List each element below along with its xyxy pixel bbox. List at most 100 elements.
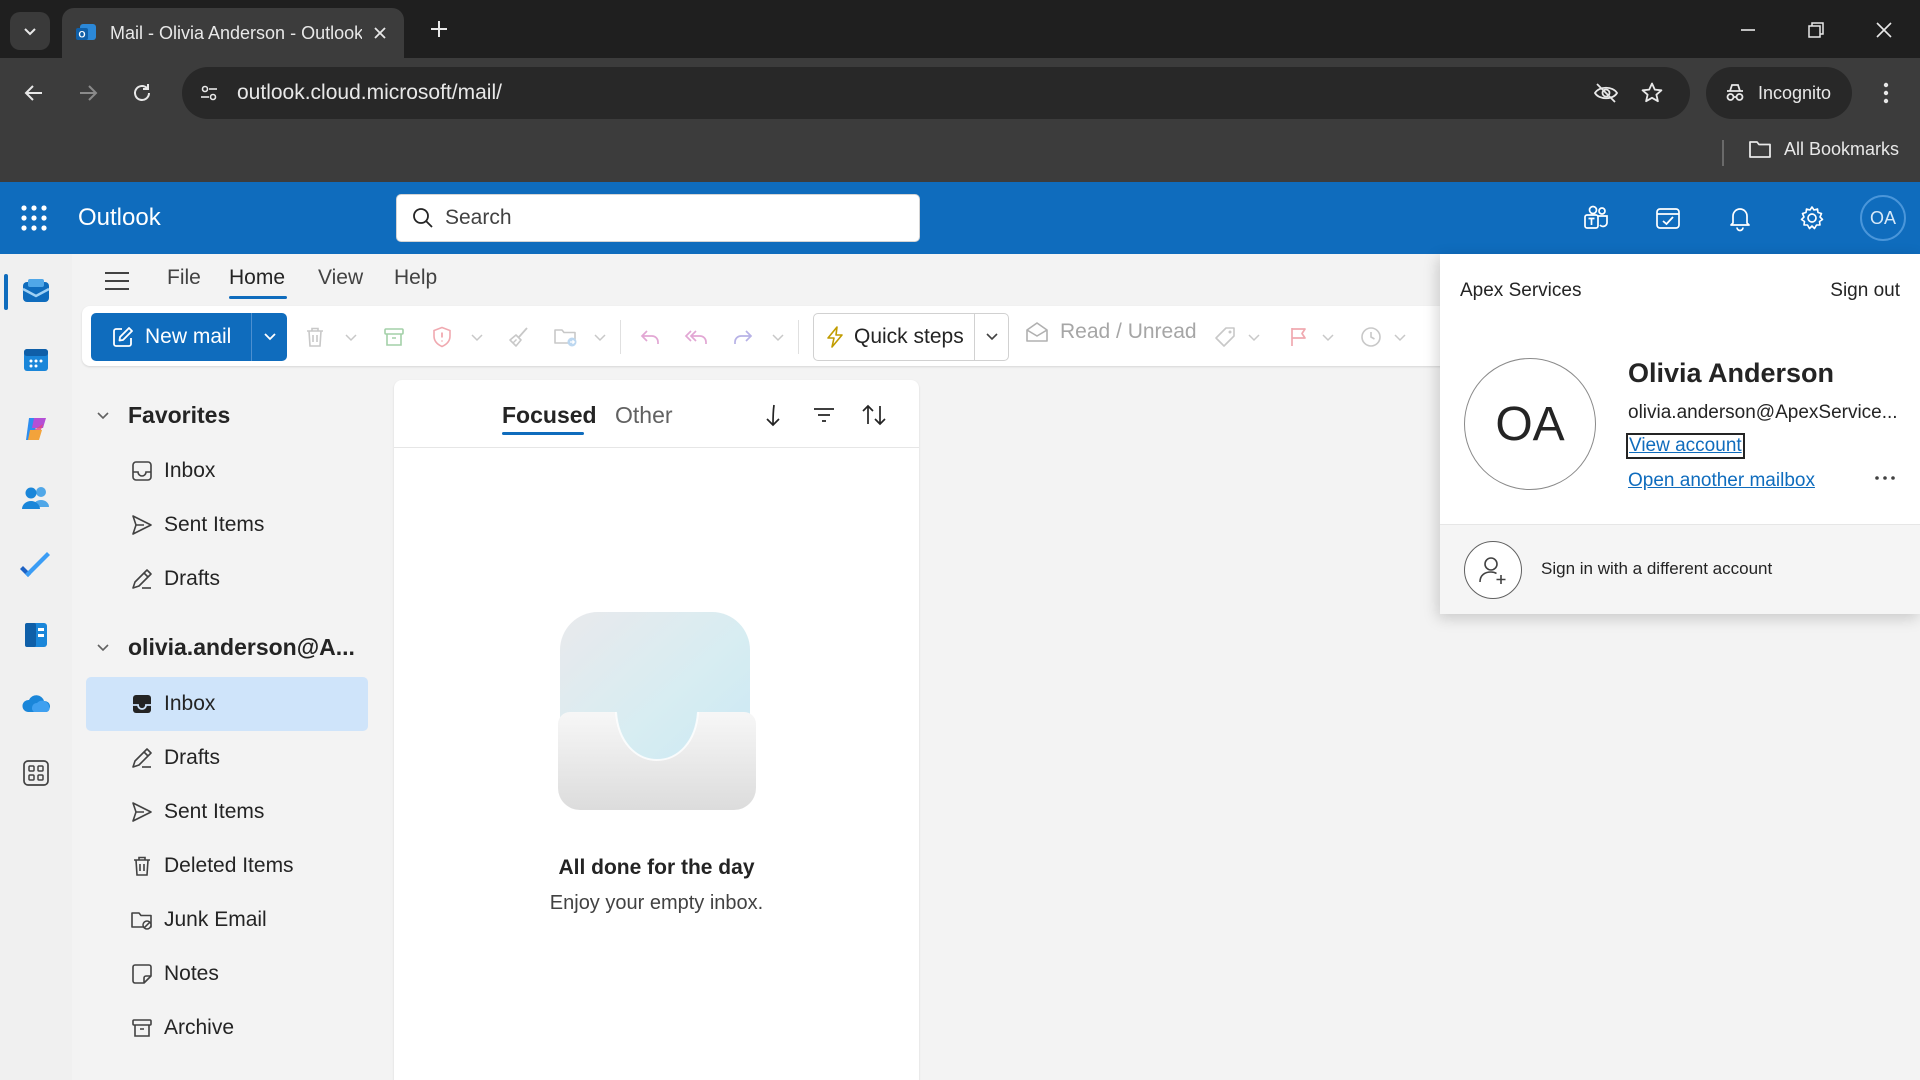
ribbon-toolbar: New mail Quick steps Read / Unread [82, 306, 1482, 366]
incognito-label: Incognito [1758, 82, 1832, 103]
account-header[interactable]: olivia.anderson@A... [96, 634, 355, 661]
open-another-mailbox-link[interactable]: Open another mailbox [1628, 470, 1815, 492]
chevron-down-icon [97, 411, 109, 419]
minimize-button[interactable] [1730, 12, 1766, 48]
rail-copilot[interactable] [16, 409, 56, 449]
search-input[interactable]: Search [396, 194, 920, 242]
inbox-icon [133, 695, 151, 713]
tab-help[interactable]: Help [394, 266, 437, 290]
message-list: Focused Other All done for the day Enjoy… [394, 380, 919, 1080]
notifications-button[interactable] [1722, 200, 1758, 236]
folder-archive[interactable]: Archive [86, 1001, 368, 1055]
quick-steps-dropdown[interactable] [975, 332, 1008, 342]
new-mail-button[interactable]: New mail [91, 325, 251, 349]
sign-out-link[interactable]: Sign out [1830, 280, 1900, 302]
read-unread-label: Read / Unread [1060, 320, 1197, 343]
all-bookmarks-button[interactable]: All Bookmarks [1748, 138, 1899, 160]
forward-button[interactable] [70, 75, 106, 111]
flag-button[interactable] [1286, 324, 1312, 350]
browser-tab[interactable]: O Mail - Olivia Anderson - Outlook [62, 8, 404, 58]
sort-button[interactable] [859, 400, 889, 430]
forward-mail-button[interactable] [730, 324, 756, 350]
favorite-drafts[interactable]: Drafts [86, 552, 368, 606]
app-title[interactable]: Outlook [78, 204, 161, 232]
reply-all-button[interactable] [683, 324, 709, 350]
report-button[interactable] [429, 324, 455, 350]
tab-other[interactable]: Other [615, 402, 673, 429]
new-mail-dropdown[interactable] [252, 332, 287, 342]
search-placeholder: Search [445, 206, 512, 229]
favorite-inbox[interactable]: Inbox [86, 444, 368, 498]
account-avatar-button[interactable]: OA [1860, 195, 1906, 241]
broom-icon [509, 327, 528, 347]
rail-mail[interactable] [16, 272, 56, 312]
forward-icon [734, 330, 753, 344]
tab-focused[interactable]: Focused [502, 402, 597, 429]
site-info-button[interactable] [196, 80, 222, 106]
chevron-down-icon [97, 643, 109, 651]
new-mail-label: New mail [145, 325, 232, 348]
teams-button[interactable] [1578, 200, 1614, 236]
sign-in-different-account[interactable]: Sign in with a different account [1440, 524, 1920, 614]
chevron-down-icon[interactable] [1322, 334, 1334, 342]
snooze-button[interactable] [1358, 324, 1384, 350]
folder-inbox[interactable]: Inbox [86, 677, 368, 731]
more-options-button[interactable] [1870, 466, 1900, 490]
read-unread-button[interactable]: Read / Unread [1024, 320, 1197, 344]
folder-notes[interactable]: Notes [86, 947, 368, 1001]
categorize-button[interactable] [1212, 324, 1238, 350]
bookmark-star-button[interactable] [1638, 79, 1666, 107]
favorite-sent-items[interactable]: Sent Items [86, 498, 368, 552]
rail-more-apps[interactable] [16, 753, 56, 793]
view-account-link[interactable]: View account [1626, 433, 1745, 459]
back-button[interactable] [16, 75, 52, 111]
restore-button[interactable] [1798, 12, 1834, 48]
folder-junk-email[interactable]: Junk Email [86, 893, 368, 947]
rail-onedrive[interactable] [16, 684, 56, 724]
chevron-down-icon[interactable] [772, 334, 784, 342]
filter-button[interactable] [809, 400, 839, 430]
rail-forms[interactable] [16, 615, 56, 655]
url-text[interactable]: outlook.cloud.microsoft/mail/ [237, 81, 502, 105]
tab-search-button[interactable] [10, 12, 50, 50]
tab-home[interactable]: Home [229, 266, 285, 290]
jump-to-button[interactable] [758, 400, 788, 430]
app-launcher-icon[interactable] [20, 204, 48, 232]
chevron-down-icon[interactable] [1394, 334, 1406, 342]
more-vertical-icon [1883, 82, 1889, 104]
chevron-down-icon[interactable] [594, 334, 606, 342]
sweep-button[interactable] [506, 324, 532, 350]
incognito-indicator[interactable]: Incognito [1706, 67, 1852, 119]
settings-button[interactable] [1794, 200, 1830, 236]
rail-people[interactable] [16, 478, 56, 518]
browser-menu-button[interactable] [1870, 76, 1902, 110]
hamburger-menu-icon[interactable] [102, 266, 132, 296]
rail-todo[interactable] [16, 546, 56, 586]
account-email: olivia.anderson@ApexService... [1628, 402, 1898, 423]
tab-view[interactable]: View [318, 266, 363, 290]
drafts-icon [132, 748, 152, 768]
delete-button[interactable] [302, 324, 328, 350]
chevron-down-icon[interactable] [345, 334, 357, 342]
reply-button[interactable] [637, 324, 663, 350]
chevron-down-icon[interactable] [1248, 334, 1260, 342]
folder-label: Drafts [164, 567, 221, 590]
close-window-button[interactable] [1866, 12, 1902, 48]
archive-button[interactable] [381, 324, 407, 350]
chevron-down-icon[interactable] [471, 334, 483, 342]
tab-file[interactable]: File [167, 266, 201, 290]
move-to-button[interactable] [553, 324, 579, 350]
new-tab-button[interactable] [424, 14, 454, 44]
tab-close-button[interactable] [368, 21, 392, 45]
tracking-protection-button[interactable] [1592, 79, 1620, 107]
reload-button[interactable] [124, 75, 160, 111]
folder-drafts[interactable]: Drafts [86, 731, 368, 785]
my-day-button[interactable] [1650, 200, 1686, 236]
folder-sent-items[interactable]: Sent Items [86, 785, 368, 839]
favorites-header[interactable]: Favorites [96, 402, 230, 429]
rail-calendar[interactable] [16, 340, 56, 380]
address-bar[interactable]: outlook.cloud.microsoft/mail/ [182, 67, 1690, 119]
clock-icon [1361, 327, 1381, 347]
folder-deleted-items[interactable]: Deleted Items [86, 839, 368, 893]
quick-steps-button[interactable]: Quick steps [814, 325, 974, 349]
